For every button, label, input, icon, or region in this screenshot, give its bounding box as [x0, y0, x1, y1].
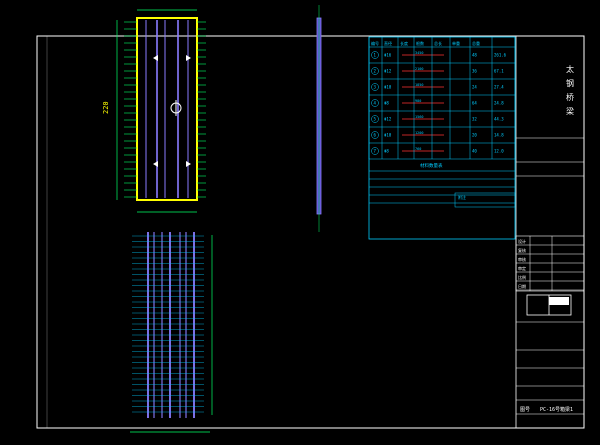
- table-cell-diameter: Φ12: [384, 117, 392, 122]
- title-row-label: 审定: [518, 265, 526, 271]
- side-title-char: 钢: [566, 78, 574, 88]
- table-cell-length: 760: [415, 147, 421, 151]
- rebar-table-frame: [368, 36, 516, 240]
- table-cell-count: 40: [472, 149, 477, 154]
- table-cell-count: 24: [472, 85, 477, 90]
- table-summary-title: 材料数量表: [420, 162, 443, 169]
- table-cell-diameter: Φ8: [384, 101, 389, 106]
- side-elevation[interactable]: [316, 5, 322, 232]
- table-notes-title: 附注: [458, 194, 466, 200]
- table-cell-count: 64: [472, 101, 477, 106]
- rebar-tick-marks-left: [124, 21, 137, 198]
- table-cell-length: 980: [415, 99, 421, 103]
- scale-box-fill: [549, 297, 569, 305]
- arrow-marker-icon: [153, 161, 158, 167]
- table-cell-id: 5: [374, 117, 377, 122]
- table-cell-length: 3450: [415, 51, 423, 55]
- table-header-cell: 单重: [452, 40, 460, 46]
- dimension-label-left: 220: [102, 101, 110, 114]
- title-rows-frame: [515, 235, 585, 292]
- table-cell-length: 2100: [415, 67, 423, 71]
- drawing-no-label: 图号: [520, 407, 530, 413]
- title-row-label: 日期: [518, 283, 526, 289]
- table-cell-diameter: Φ8: [384, 149, 389, 154]
- title-row-label: 审核: [518, 256, 526, 262]
- table-cell-count: 32: [472, 117, 477, 122]
- side-title-char: 太: [566, 64, 574, 74]
- table-cell-diameter: Φ10: [384, 133, 392, 138]
- rebar-longitudinal-group: [145, 20, 189, 198]
- table-cell-sum: 44.3: [494, 117, 504, 122]
- table-header-cell: 长度: [400, 40, 408, 46]
- table-cell-length: 1850: [415, 83, 423, 87]
- table-header-cell: 根数: [416, 40, 424, 46]
- table-cell-count: 36: [472, 69, 477, 74]
- title-row-label: 设计: [518, 238, 526, 244]
- table-cell-sum: 14.8: [494, 133, 504, 138]
- table-cell-diameter: Φ12: [384, 69, 392, 74]
- table-cell-sum: 12.0: [494, 149, 504, 154]
- title-block[interactable]: 太 钢 桥 梁 设计复核审核审定比例日期 图号 PC-16号箱梁1: [515, 36, 585, 428]
- table-cell-id: 6: [374, 133, 377, 138]
- table-cell-count: 20: [472, 133, 477, 138]
- table-cell-sum: 24.8: [494, 101, 504, 106]
- cad-drawing-canvas[interactable]: 220 编号 直径 长度 根数 总长 单重 总重 1 Φ16 3450 48 261.6 2 Φ12 210…: [0, 0, 600, 445]
- side-title-char: 梁: [566, 107, 574, 116]
- table-header-cell: 编号: [371, 40, 379, 46]
- side-title-char: 桥: [566, 92, 574, 102]
- table-cell-id: 7: [374, 149, 377, 154]
- table-cell-count: 48: [472, 53, 477, 58]
- table-cell-id: 3: [374, 85, 377, 90]
- table-header-cell: 总重: [472, 40, 480, 46]
- rebar-tick-marks-right: [197, 21, 206, 198]
- table-cell-id: 4: [374, 101, 377, 106]
- title-row-label: 比例: [518, 274, 526, 280]
- table-cell-length: 1200: [415, 131, 423, 135]
- elevation-view[interactable]: [130, 232, 213, 433]
- table-header-cell: 直径: [384, 40, 392, 46]
- table-cell-sum: 261.6: [494, 53, 507, 58]
- table-cell-sum: 27.4: [494, 85, 504, 90]
- plan-view[interactable]: 220: [102, 9, 206, 213]
- table-cell-length: 1560: [415, 115, 423, 119]
- rebar-table[interactable]: 编号 直径 长度 根数 总长 单重 总重1 Φ16 3450 48 261.62 Φ12 2100 36 6…: [368, 36, 516, 240]
- title-row-label: 复核: [518, 247, 526, 253]
- drawing-name: PC-16号箱梁1: [540, 406, 573, 413]
- table-cell-sum: 67.1: [494, 69, 504, 74]
- table-cell-id: 1: [374, 53, 377, 58]
- table-header-cell: 总长: [434, 40, 442, 46]
- table-cell-id: 2: [374, 69, 377, 74]
- arrow-marker-icon: [153, 55, 158, 61]
- table-cell-diameter: Φ10: [384, 85, 392, 90]
- table-cell-diameter: Φ16: [384, 53, 392, 58]
